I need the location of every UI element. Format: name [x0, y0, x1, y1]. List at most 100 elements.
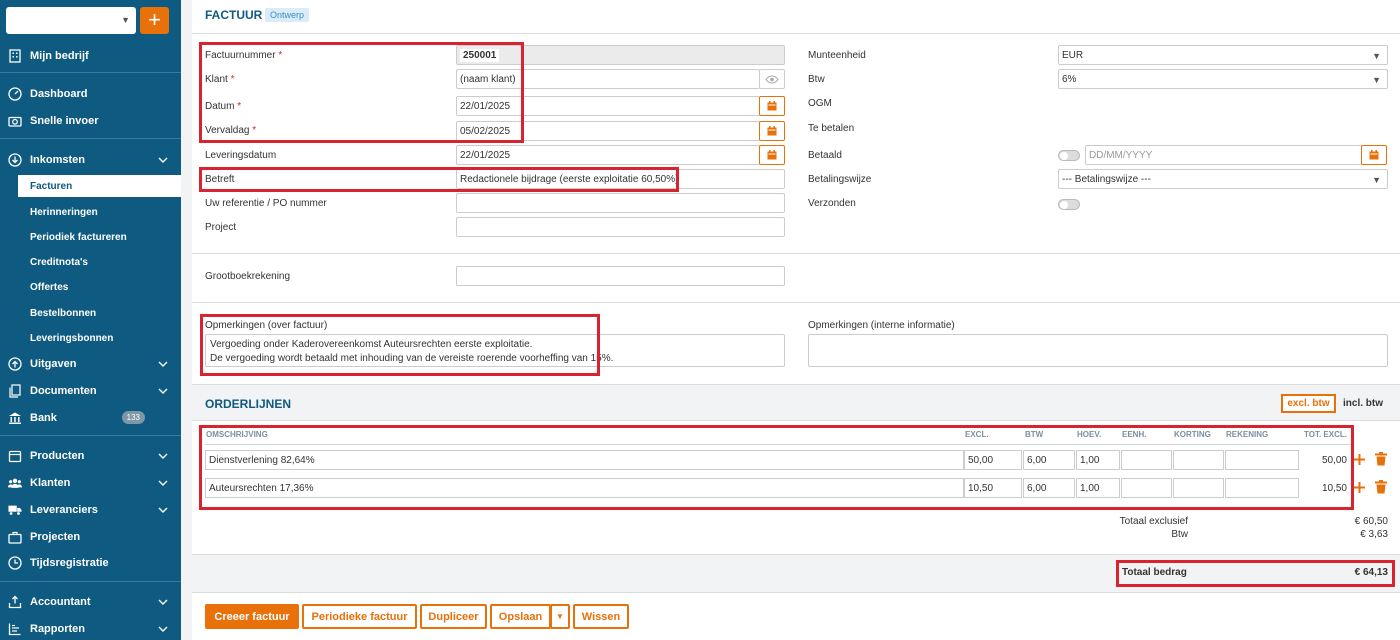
subject-input[interactable]: Redactionele bijdrage (eerste exploitati… [456, 169, 785, 189]
paid-toggle[interactable] [1058, 150, 1080, 161]
line-discount-input[interactable] [1173, 478, 1224, 498]
total-vat-label: Btw [1171, 529, 1188, 540]
date-input[interactable]: 22/01/2025 [456, 96, 760, 116]
invoice-number-input[interactable]: 250001 [456, 45, 785, 65]
line-qty-input[interactable]: 1,00 [1076, 450, 1120, 470]
payment-method-label: Betalingswijze [808, 174, 872, 185]
sidebar-subitem-facturen[interactable]: Facturen [18, 175, 181, 197]
view-client-button[interactable] [759, 69, 785, 89]
save-button[interactable]: Opslaan [490, 604, 551, 629]
chevron-down-icon [158, 157, 168, 163]
chevron-down-icon: ▼ [1372, 75, 1381, 85]
sidebar-subitem-periodiek[interactable]: Periodiek factureren [18, 226, 181, 248]
create-invoice-button[interactable]: Creeer factuur [205, 604, 299, 629]
chevron-down-icon: ▼ [1372, 175, 1381, 185]
sidebar-item-leveranciers[interactable]: Leveranciers [0, 498, 181, 522]
sidebar-item-uitgaven[interactable]: Uitgaven [0, 352, 181, 376]
col-header-account: REKENING [1226, 430, 1269, 439]
internal-remarks-textarea[interactable] [808, 334, 1388, 367]
eye-icon [765, 74, 779, 84]
chevron-down-icon [158, 599, 168, 605]
sent-toggle[interactable] [1058, 199, 1080, 210]
delivery-calendar-button[interactable] [759, 145, 785, 165]
sidebar-item-accountant[interactable]: Accountant [0, 590, 181, 614]
excl-btw-toggle[interactable]: excl. btw [1281, 394, 1336, 413]
delivery-date-input[interactable]: 22/01/2025 [456, 145, 760, 165]
project-input[interactable] [456, 217, 785, 237]
duplicate-button[interactable]: Dupliceer [420, 604, 487, 629]
building-icon [8, 49, 22, 63]
line-unit-input[interactable] [1121, 450, 1172, 470]
date-calendar-button[interactable] [759, 96, 785, 116]
periodic-invoice-button[interactable]: Periodieke factuur [302, 604, 417, 629]
payment-method-select[interactable]: --- Betalingswijze --- ▼ [1058, 169, 1388, 189]
client-input[interactable]: (naam klant) [456, 69, 760, 89]
sidebar-subitem-herinneringen[interactable]: Herinneringen [18, 201, 181, 223]
line-btw-input[interactable]: 6,00 [1023, 478, 1075, 498]
chevron-down-icon [158, 453, 168, 459]
line-discount-input[interactable] [1173, 450, 1224, 470]
line-excl-input[interactable]: 10,50 [964, 478, 1022, 498]
sidebar-item-producten[interactable]: Producten [0, 444, 181, 468]
sidebar-item-bank[interactable]: Bank 133 [0, 406, 181, 430]
sidebar-subitem-leveringsbonnen[interactable]: Leveringsbonnen [18, 327, 181, 349]
col-header-description: OMSCHRIJVING [206, 430, 268, 439]
sidebar-item-dashboard[interactable]: Dashboard [0, 82, 181, 106]
col-header-excl: EXCL. [965, 430, 989, 439]
line-total: 50,00 [1321, 455, 1347, 466]
add-line-icon[interactable] [1353, 481, 1366, 494]
remarks-textarea[interactable]: Vergoeding onder Kaderovereenkomst Auteu… [205, 334, 785, 367]
trash-icon[interactable] [1375, 452, 1387, 466]
clear-button[interactable]: Wissen [573, 604, 629, 629]
line-qty-input[interactable]: 1,00 [1076, 478, 1120, 498]
add-button[interactable]: + [140, 7, 169, 34]
delivery-date-label: Leveringsdatum [205, 150, 277, 161]
line-unit-input[interactable] [1121, 478, 1172, 498]
sidebar-item-tijdsregistratie[interactable]: Tijdsregistratie [0, 551, 181, 575]
vat-select[interactable]: 6% ▼ [1058, 69, 1388, 89]
total-excl-value: € 60,50 [1354, 516, 1388, 527]
sidebar-item-documenten[interactable]: Documenten [0, 379, 181, 403]
sidebar-item-projecten[interactable]: Projecten [0, 525, 181, 549]
remarks-label: Opmerkingen (over factuur) [205, 320, 328, 331]
reference-input[interactable] [456, 193, 785, 213]
sidebar-subitem-bestelbonnen[interactable]: Bestelbonnen [18, 302, 181, 324]
ledger-input[interactable] [456, 266, 785, 286]
documents-icon [8, 384, 22, 398]
orderlines-title: ORDERLIJNEN [205, 397, 292, 411]
due-date-input[interactable]: 05/02/2025 [456, 121, 760, 141]
sidebar-subitem-creditnotas[interactable]: Creditnota's [18, 251, 181, 273]
line-account-input[interactable] [1225, 450, 1299, 470]
col-header-btw: BTW [1025, 430, 1044, 439]
trash-icon[interactable] [1375, 480, 1387, 494]
paid-label: Betaald [808, 150, 842, 161]
client-label: Klant * [205, 74, 235, 85]
dashboard-icon [8, 87, 22, 101]
paid-calendar-button[interactable] [1361, 145, 1387, 165]
incl-btw-toggle[interactable]: incl. btw [1338, 394, 1388, 413]
line-account-input[interactable] [1225, 478, 1299, 498]
col-header-unit: EENH. [1122, 430, 1147, 439]
company-select[interactable]: ▼ [6, 7, 136, 34]
briefcase-icon [8, 530, 22, 544]
sidebar-item-rapporten[interactable]: Rapporten [0, 617, 181, 640]
total-excl-label: Totaal exclusief [1119, 516, 1188, 527]
chevron-down-icon [158, 507, 168, 513]
add-line-icon[interactable] [1353, 453, 1366, 466]
line-description-input[interactable]: Dienstverlening 82,64% [205, 450, 964, 470]
chevron-down-icon: ▼ [121, 15, 130, 25]
save-options-button[interactable]: ▼ [550, 604, 570, 629]
sidebar-item-snelle-invoer[interactable]: Snelle invoer [0, 109, 181, 133]
date-label: Datum * [205, 101, 242, 112]
line-description-input[interactable]: Auteursrechten 17,36% [205, 478, 964, 498]
sidebar-item-mijn-bedrijf[interactable]: Mijn bedrijf [0, 44, 181, 68]
line-excl-input[interactable]: 50,00 [964, 450, 1022, 470]
currency-select[interactable]: EUR ▼ [1058, 45, 1388, 65]
paid-date-input[interactable]: DD/MM/YYYY [1085, 145, 1362, 165]
sidebar-item-klanten[interactable]: Klanten [0, 471, 181, 495]
sidebar-item-inkomsten[interactable]: Inkomsten [0, 148, 181, 172]
due-calendar-button[interactable] [759, 121, 785, 141]
line-btw-input[interactable]: 6,00 [1023, 450, 1075, 470]
sidebar-subitem-offertes[interactable]: Offertes [18, 276, 181, 298]
upload-circle-icon [8, 357, 22, 371]
